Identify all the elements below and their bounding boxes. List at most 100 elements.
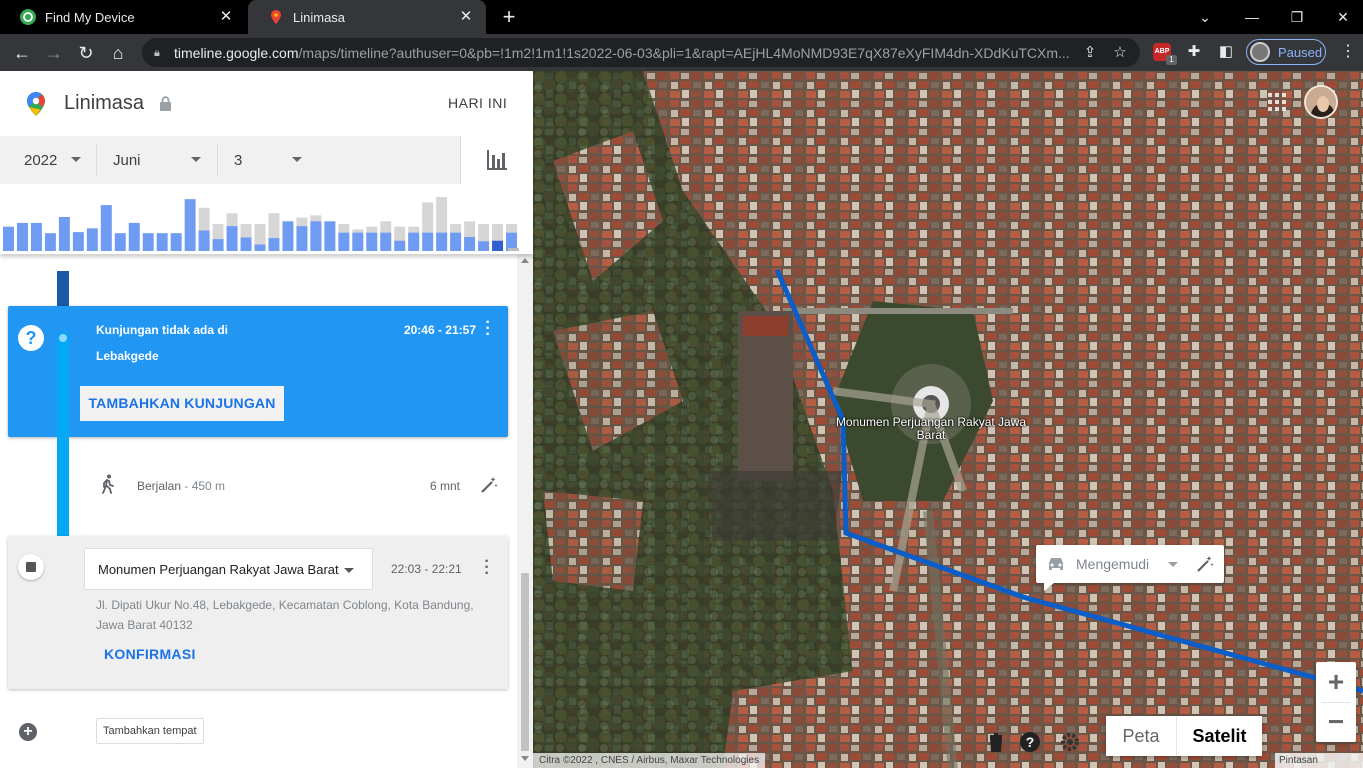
zoom-control: + − <box>1316 662 1356 742</box>
tab-linimasa[interactable]: Linimasa ✕ <box>248 0 486 34</box>
add-circle-icon[interactable]: + <box>19 723 37 741</box>
more-options-icon[interactable]: · · · <box>482 315 494 343</box>
histogram-bar[interactable] <box>394 240 406 251</box>
browser-toolbar: ← → ↻ ⌂ 🔒︎ timeline.google.com/maps/time… <box>0 34 1363 71</box>
today-button[interactable]: HARI INI <box>448 95 507 111</box>
svg-text:?: ? <box>1026 734 1035 750</box>
magic-wand-edit-icon[interactable] <box>1196 555 1214 573</box>
histogram-bar[interactable] <box>44 233 56 251</box>
histogram-bar[interactable] <box>100 205 112 251</box>
bar-chart-toggle[interactable] <box>460 136 533 184</box>
forward-icon[interactable]: → <box>42 41 66 65</box>
chevron-down-icon[interactable] <box>1168 562 1178 567</box>
histogram-bar[interactable] <box>184 199 196 251</box>
trash-icon[interactable] <box>985 731 1007 753</box>
histogram-bar[interactable] <box>198 230 210 251</box>
page-title: Linimasa <box>64 92 145 114</box>
zoom-out-button[interactable]: − <box>1316 702 1356 742</box>
restore-icon[interactable]: ❐ <box>1286 6 1308 28</box>
help-icon[interactable]: ? <box>1019 731 1041 753</box>
histogram-bar[interactable] <box>268 238 280 251</box>
window-close-icon[interactable]: ✕ <box>1332 6 1354 28</box>
month-select[interactable]: Juni <box>113 136 213 184</box>
route-mode-card[interactable]: Mengemudi <box>1036 545 1224 591</box>
account-avatar[interactable] <box>1304 85 1338 119</box>
walking-segment-row[interactable]: Berjalan - 450 m 6 mnt <box>0 466 517 506</box>
add-place-button[interactable]: Tambahkan tempat <box>96 718 204 744</box>
back-icon[interactable]: ← <box>10 41 34 65</box>
url-text[interactable]: timeline.google.com/maps/timeline?authus… <box>174 45 1080 61</box>
map-type-switcher: Peta Satelit <box>1106 716 1262 756</box>
histogram-bar[interactable] <box>212 239 224 251</box>
histogram-bar[interactable] <box>170 233 182 251</box>
tab-search-icon[interactable]: ⌄ <box>1194 6 1216 28</box>
histogram-bar[interactable] <box>282 221 294 251</box>
map-type-map-button[interactable]: Peta <box>1106 716 1176 756</box>
scroll-thumb[interactable] <box>521 573 529 751</box>
magic-wand-edit-icon[interactable] <box>480 476 498 494</box>
add-visit-button[interactable]: TAMBAHKAN KUNJUNGAN <box>80 386 284 421</box>
histogram-bar[interactable] <box>492 240 504 251</box>
close-icon[interactable]: ✕ <box>218 9 234 25</box>
extensions-puzzle-icon[interactable]: ✚ <box>1184 42 1204 62</box>
side-panel-icon[interactable]: ◧ <box>1216 42 1236 62</box>
histogram-bar[interactable] <box>296 226 308 251</box>
apps-grid-icon[interactable] <box>1268 93 1286 111</box>
histogram-bar[interactable] <box>366 232 378 251</box>
histogram-bar[interactable] <box>380 232 392 251</box>
histogram-bar[interactable] <box>114 233 126 251</box>
histogram-bar[interactable] <box>338 232 350 251</box>
scroll-down-icon[interactable] <box>521 756 529 761</box>
histogram-bar[interactable] <box>324 221 336 251</box>
share-icon[interactable]: ⇪ <box>1080 43 1100 63</box>
minimize-icon[interactable]: — <box>1241 6 1263 28</box>
profile-paused-button[interactable]: Paused <box>1246 39 1326 65</box>
histogram-bar[interactable] <box>450 232 462 251</box>
histogram-bar[interactable] <box>254 244 266 251</box>
confirm-button[interactable]: KONFIRMASI <box>104 646 196 662</box>
histogram-bar[interactable] <box>422 232 434 251</box>
histogram-bar[interactable] <box>30 222 42 251</box>
close-icon[interactable]: ✕ <box>458 9 474 25</box>
chrome-menu-icon[interactable]: ⋮ <box>1338 42 1358 62</box>
settings-gear-icon[interactable] <box>1059 731 1081 753</box>
histogram-bar[interactable] <box>436 232 448 251</box>
zoom-in-button[interactable]: + <box>1316 662 1356 702</box>
lock-icon[interactable]: 🔒︎ <box>154 47 166 59</box>
unknown-visit-card[interactable]: ? Kunjungan tidak ada di Lebakgede 20:46… <box>8 306 508 437</box>
tab-find-my-device[interactable]: Find My Device ✕ <box>0 0 246 34</box>
new-tab-icon[interactable]: + <box>498 6 520 28</box>
home-icon[interactable]: ⌂ <box>106 41 130 65</box>
year-select[interactable]: 2022 <box>24 136 94 184</box>
histogram-bar[interactable] <box>408 232 420 251</box>
histogram-bar[interactable] <box>352 232 364 251</box>
histogram-bar[interactable] <box>464 236 476 251</box>
bookmark-star-icon[interactable]: ☆ <box>1110 43 1130 63</box>
histogram-bar[interactable] <box>142 233 154 251</box>
histogram-bar[interactable] <box>128 222 140 251</box>
histogram-bar[interactable] <box>310 221 322 251</box>
keyboard-shortcuts-link[interactable]: Pintasan keyboard <box>1275 753 1363 768</box>
activity-histogram[interactable] <box>0 184 533 254</box>
map-type-satellite-button[interactable]: Satelit <box>1176 716 1262 756</box>
satellite-map[interactable]: Monumen Perjuangan Rakyat Jawa Barat Men… <box>533 71 1363 768</box>
histogram-bar[interactable] <box>16 222 28 251</box>
histogram-bar[interactable] <box>478 241 490 251</box>
place-visit-card[interactable]: Monumen Perjuangan Rakyat Jawa Barat 22:… <box>8 536 508 689</box>
scrollbar[interactable] <box>517 254 533 768</box>
histogram-bar[interactable] <box>86 228 98 251</box>
histogram-bar[interactable] <box>226 226 238 251</box>
histogram-bar[interactable] <box>156 233 168 251</box>
histogram-bar[interactable] <box>240 237 252 252</box>
reload-icon[interactable]: ↻ <box>74 41 98 65</box>
histogram-bar[interactable] <box>58 216 70 251</box>
place-name-select[interactable]: Monumen Perjuangan Rakyat Jawa Barat <box>84 548 373 590</box>
landmark-label[interactable]: Monumen Perjuangan Rakyat Jawa Barat <box>831 416 1031 442</box>
day-select[interactable]: 3 <box>234 136 314 184</box>
address-bar[interactable]: 🔒︎ timeline.google.com/maps/timeline?aut… <box>142 38 1140 67</box>
scroll-up-icon[interactable] <box>521 258 529 263</box>
histogram-bar[interactable] <box>72 232 84 251</box>
histogram-tick <box>508 248 519 251</box>
histogram-bar[interactable] <box>3 226 14 251</box>
more-options-icon[interactable]: · · · <box>481 554 493 582</box>
